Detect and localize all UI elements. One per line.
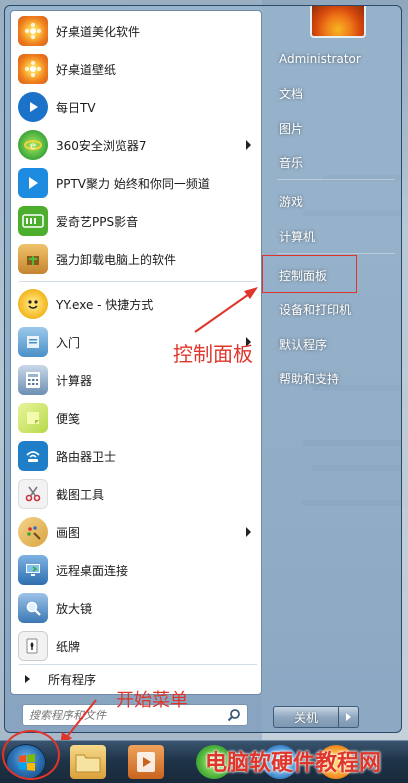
media-player-taskbar-icon[interactable]	[128, 745, 164, 779]
annotation-arrows	[60, 287, 258, 746]
media-player-icon	[137, 752, 155, 772]
arrow-to-control-panel	[194, 287, 258, 333]
folder-icon	[75, 754, 101, 773]
start-button-highlight	[2, 730, 60, 780]
explorer-taskbar-icon[interactable]	[70, 745, 106, 779]
watermark-text: 电脑软硬件教程网	[205, 750, 382, 776]
annotation-start-menu: 开始菜单	[116, 690, 188, 711]
annotation-control-panel: 控制面板	[173, 342, 253, 366]
